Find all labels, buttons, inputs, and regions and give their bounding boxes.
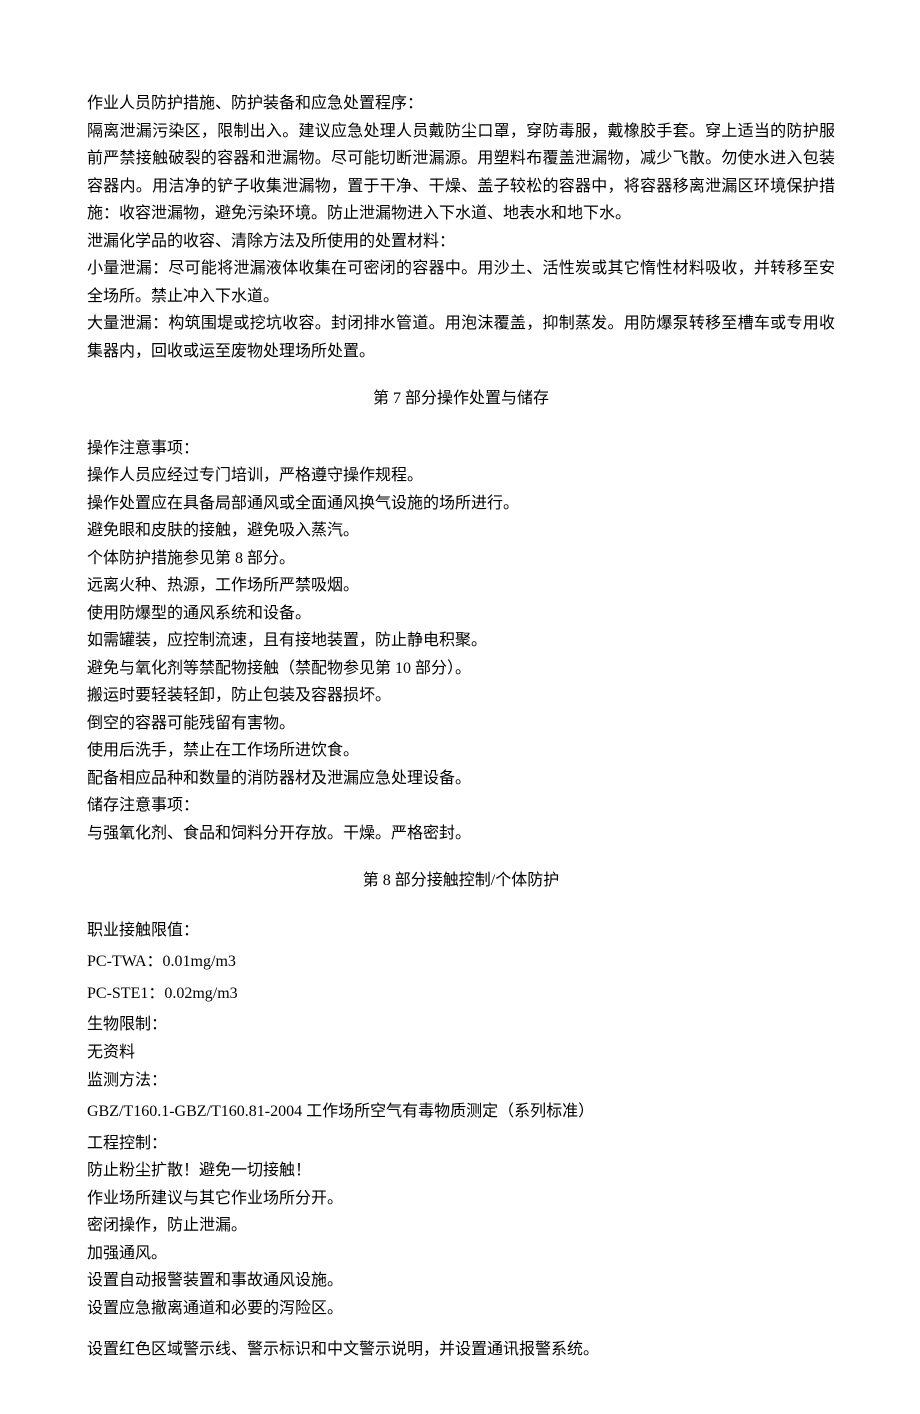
biological-limit-value: 无资料	[87, 1039, 835, 1067]
s7-item: 与强氧化剂、食品和饲料分开存放。干燥。严格密封。	[87, 820, 835, 848]
s7-item: 操作人员应经过专门培训，严格遵守操作规程。	[87, 462, 835, 490]
eng-item: 密闭操作，防止泄漏。	[87, 1212, 835, 1240]
engineering-control-label: 工程控制：	[87, 1130, 835, 1158]
s7-item: 使用防爆型的通风系统和设备。	[87, 600, 835, 628]
occupational-limit-label: 职业接触限值：	[87, 917, 835, 945]
monitoring-method-label: 监测方法：	[87, 1067, 835, 1095]
s7-item: 使用后洗手，禁止在工作场所进饮食。	[87, 737, 835, 765]
s7-item: 避免与氧化剂等禁配物接触（禁配物参见第 10 部分）。	[87, 655, 835, 683]
heading-prefix: 第	[373, 390, 389, 407]
s6-item: 作业人员防护措施、防护装备和应急处置程序：	[87, 90, 835, 118]
eng-item: 作业场所建议与其它作业场所分开。	[87, 1185, 835, 1213]
heading-prefix: 第	[363, 872, 379, 889]
section-7-handling-storage: 操作注意事项： 操作人员应经过专门培训，严格遵守操作规程。 操作处置应在具备局部…	[87, 435, 835, 848]
s6-item: 隔离泄漏污染区，限制出入。建议应急处理人员戴防尘口罩，穿防毒服，戴橡胶手套。穿上…	[87, 118, 835, 228]
section-7-heading: 第 7 部分操作处置与储存	[87, 385, 835, 413]
s7-item: 操作注意事项：	[87, 435, 835, 463]
eng-item: 加强通风。	[87, 1240, 835, 1268]
section-6-leakage: 作业人员防护措施、防护装备和应急处置程序： 隔离泄漏污染区，限制出入。建议应急处…	[87, 90, 835, 365]
heading-suffix: 部分接触控制/个体防护	[395, 872, 559, 889]
s7-item: 个体防护措施参见第 8 部分。	[87, 545, 835, 573]
s6-item: 小量泄漏：尽可能将泄漏液体收集在可密闭的容器中。用沙土、活性炭或其它惰性材料吸收…	[87, 255, 835, 310]
heading-number: 8	[379, 872, 395, 889]
pc-twa-value: PC-TWA：0.01mg/m3	[87, 948, 835, 976]
s7-item: 远离火种、热源，工作场所严禁吸烟。	[87, 572, 835, 600]
section-8-heading: 第 8 部分接触控制/个体防护	[87, 867, 835, 895]
heading-number: 7	[389, 390, 405, 407]
s6-item: 泄漏化学品的收容、清除方法及所使用的处置材料：	[87, 228, 835, 256]
eng-item: 防止粉尘扩散！避免一切接触！	[87, 1157, 835, 1185]
heading-suffix: 部分操作处置与储存	[405, 390, 549, 407]
section-8-exposure-protection: 职业接触限值： PC-TWA：0.01mg/m3 PC-STE1：0.02mg/…	[87, 917, 835, 1364]
s7-item: 配备相应品种和数量的消防器材及泄漏应急处理设备。	[87, 765, 835, 793]
eng-item: 设置自动报警装置和事故通风设施。	[87, 1267, 835, 1295]
pc-ste1-value: PC-STE1：0.02mg/m3	[87, 980, 835, 1008]
biological-limit-label: 生物限制：	[87, 1011, 835, 1039]
s7-item: 操作处置应在具备局部通风或全面通风换气设施的场所进行。	[87, 490, 835, 518]
eng-item: 设置红色区域警示线、警示标识和中文警示说明，并设置通讯报警系统。	[87, 1336, 835, 1364]
monitoring-method-value: GBZ/T160.1-GBZ/T160.81-2004 工作场所空气有毒物质测定…	[87, 1098, 835, 1126]
s6-item: 大量泄漏：构筑围堤或挖坑收容。封闭排水管道。用泡沫覆盖，抑制蒸发。用防爆泵转移至…	[87, 310, 835, 365]
eng-item: 设置应急撤离通道和必要的泻险区。	[87, 1295, 835, 1323]
s7-item: 储存注意事项：	[87, 792, 835, 820]
s7-item: 如需罐装，应控制流速，且有接地装置，防止静电积聚。	[87, 627, 835, 655]
s7-item: 搬运时要轻装轻卸，防止包装及容器损坏。	[87, 682, 835, 710]
s7-item: 倒空的容器可能残留有害物。	[87, 710, 835, 738]
s7-item: 避免眼和皮肤的接触，避免吸入蒸汽。	[87, 517, 835, 545]
